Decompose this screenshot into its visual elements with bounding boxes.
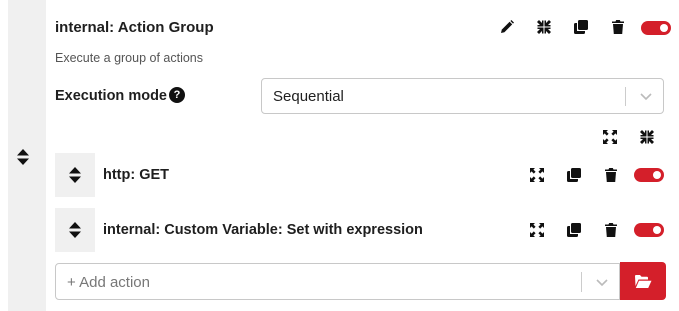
- action-drag-handle[interactable]: [55, 153, 95, 197]
- chevron-down-icon: [639, 89, 653, 108]
- delete-group-button[interactable]: [608, 17, 628, 37]
- execution-mode-label: Execution mode: [55, 88, 167, 104]
- delete-action-button[interactable]: [601, 220, 621, 240]
- expand-icon: [603, 130, 617, 144]
- group-description: Execute a group of actions: [55, 51, 204, 65]
- select-separator: [581, 272, 582, 292]
- sort-handle-icon: [69, 222, 81, 238]
- expand-action-button[interactable]: [527, 220, 547, 240]
- edit-button[interactable]: [497, 17, 517, 37]
- action-label: internal: Custom Variable: Set with expr…: [103, 222, 423, 238]
- help-icon[interactable]: ?: [169, 87, 185, 103]
- add-action-select[interactable]: + Add action: [55, 263, 620, 300]
- duplicate-action-button[interactable]: [564, 165, 584, 185]
- expand-icon: [530, 168, 544, 182]
- action-row-body: http: GET: [95, 153, 679, 197]
- sort-handle-icon: [17, 149, 29, 165]
- expand-all-button[interactable]: [600, 127, 620, 147]
- collapse-group-button[interactable]: [534, 17, 554, 37]
- duplicate-icon: [567, 168, 581, 182]
- load-actions-button[interactable]: [620, 262, 666, 300]
- trash-icon: [605, 168, 617, 182]
- expand-action-button[interactable]: [527, 165, 547, 185]
- action-enabled-toggle[interactable]: [634, 168, 664, 182]
- compress-icon: [640, 130, 654, 144]
- duplicate-group-button[interactable]: [571, 17, 591, 37]
- action-group-card: internal: Action Group Execute a group o…: [46, 0, 679, 311]
- duplicate-action-button[interactable]: [564, 220, 584, 240]
- group-title: internal: Action Group: [55, 19, 214, 36]
- folder-open-icon: [635, 274, 652, 288]
- compress-icon: [537, 20, 551, 34]
- action-enabled-toggle[interactable]: [634, 223, 664, 237]
- add-action-placeholder: + Add action: [67, 274, 150, 291]
- execution-mode-select[interactable]: Sequential: [261, 78, 664, 114]
- collapse-all-button[interactable]: [637, 127, 657, 147]
- execution-mode-value: Sequential: [273, 88, 344, 105]
- action-row: internal: Custom Variable: Set with expr…: [55, 208, 679, 252]
- delete-action-button[interactable]: [601, 165, 621, 185]
- trash-icon: [612, 20, 624, 34]
- pencil-icon: [501, 20, 514, 33]
- expand-icon: [530, 223, 544, 237]
- trash-icon: [605, 223, 617, 237]
- action-row-body: internal: Custom Variable: Set with expr…: [95, 208, 679, 252]
- duplicate-icon: [574, 20, 588, 34]
- action-label: http: GET: [103, 167, 170, 183]
- duplicate-icon: [567, 223, 581, 237]
- chevron-down-icon: [595, 275, 609, 294]
- select-separator: [625, 87, 626, 106]
- group-drag-handle[interactable]: [11, 146, 35, 168]
- action-row: http: GET: [55, 153, 679, 197]
- group-enabled-toggle[interactable]: [641, 21, 671, 35]
- action-drag-handle[interactable]: [55, 208, 95, 252]
- sort-handle-icon: [69, 167, 81, 183]
